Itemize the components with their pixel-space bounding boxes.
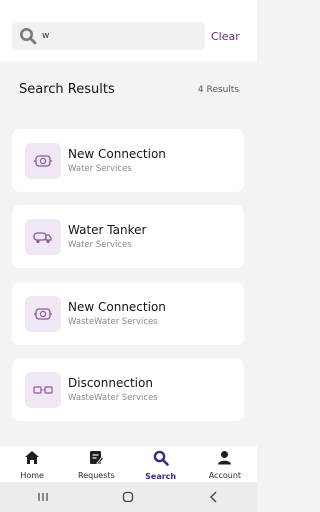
nav-item-account[interactable]: Account: [193, 446, 257, 482]
nav-label: Account: [208, 471, 242, 480]
nav-label: Home: [20, 471, 44, 480]
water-meter-icon: [25, 295, 61, 332]
tanker-truck-icon: [25, 218, 61, 255]
disconnection-icon: [25, 371, 61, 408]
result-card[interactable]: Water Tanker Water Services: [12, 205, 244, 268]
account-icon: [217, 450, 232, 469]
results-header: Search Results 4 Results: [19, 82, 239, 97]
result-subtitle: Water Services: [68, 163, 132, 174]
clear-button[interactable]: Clear: [211, 30, 240, 43]
bottom-nav: Home Requests Search Account: [0, 446, 257, 482]
result-subtitle: WasteWater Services: [68, 316, 158, 327]
result-title: Water Tanker: [68, 222, 147, 237]
nav-label: Requests: [78, 471, 115, 480]
home-icon: [24, 450, 40, 469]
nav-item-search[interactable]: Search: [129, 446, 193, 482]
result-card[interactable]: Disconnection WasteWater Services: [12, 358, 244, 421]
results-count: 4 Results: [197, 84, 239, 95]
result-title: New Connection: [68, 299, 166, 314]
system-navigation-bar: [0, 482, 257, 512]
search-icon: [18, 26, 38, 46]
result-subtitle: WasteWater Services: [68, 392, 158, 403]
water-meter-icon: [25, 142, 61, 179]
home-button[interactable]: [118, 487, 138, 507]
nav-label: Search: [145, 472, 177, 481]
result-card[interactable]: New Connection Water Services: [12, 129, 244, 192]
search-box[interactable]: [12, 22, 205, 50]
results-title: Search Results: [19, 82, 115, 97]
result-subtitle: Water Services: [68, 239, 132, 250]
nav-item-requests[interactable]: Requests: [64, 446, 128, 482]
search-input[interactable]: [42, 26, 192, 46]
requests-icon: [89, 450, 104, 469]
nav-item-home[interactable]: Home: [0, 446, 64, 482]
back-button[interactable]: [204, 487, 224, 507]
top-bar: Clear: [0, 0, 257, 62]
result-title: Disconnection: [68, 375, 153, 390]
result-card[interactable]: New Connection WasteWater Services: [12, 282, 244, 345]
recent-apps-button[interactable]: [33, 487, 53, 507]
result-title: New Connection: [68, 146, 166, 161]
search-icon: [153, 450, 169, 470]
